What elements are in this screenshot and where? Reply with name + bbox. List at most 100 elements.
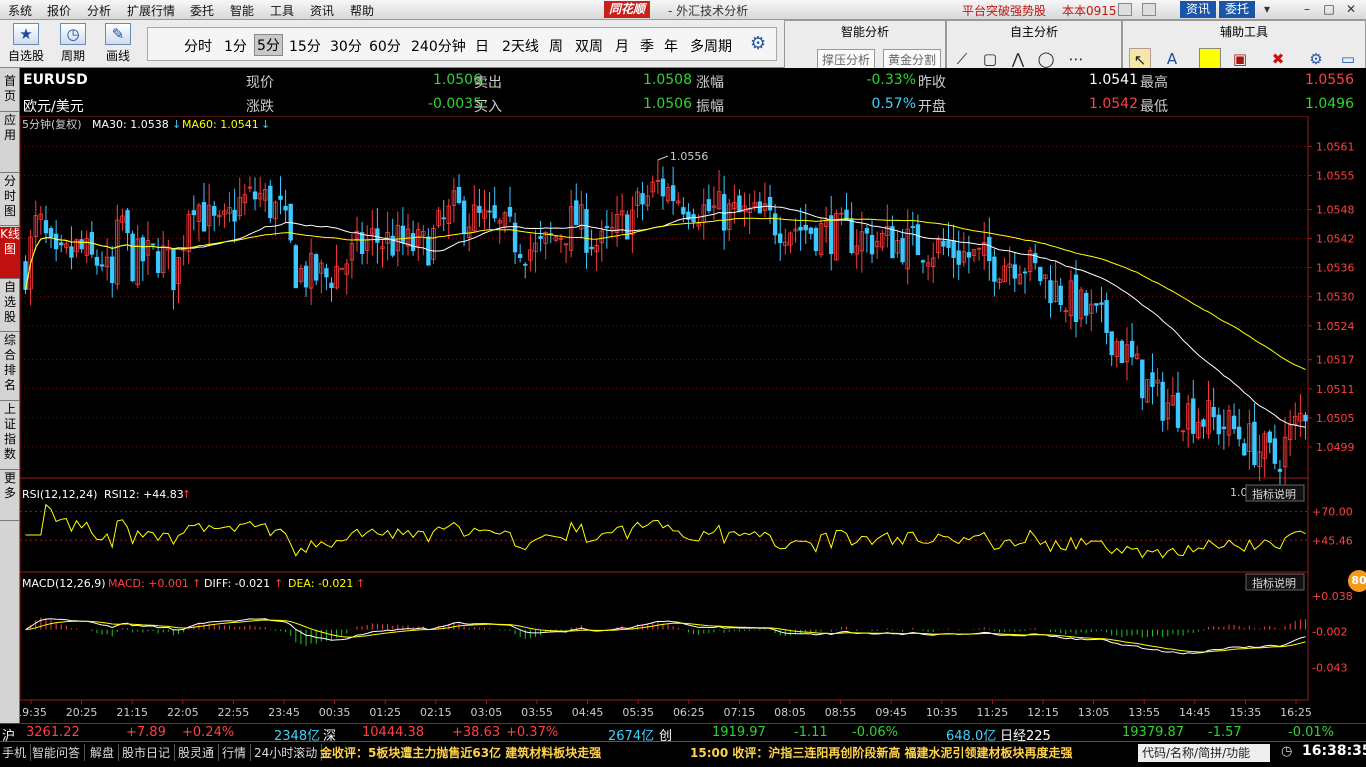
shirt-icon[interactable]: [1142, 3, 1156, 16]
kline-chart[interactable]: 1.05561.0496 1.05611.05551.05481.05421.0…: [20, 116, 1366, 740]
color-picker-icon[interactable]: [1199, 48, 1221, 70]
down-arrow-icon[interactable]: ▾: [1260, 2, 1274, 16]
period-15min[interactable]: 15分: [289, 36, 321, 56]
ma60-legend: MA60: 1.0541: [182, 118, 259, 131]
candle-body: [1104, 300, 1109, 334]
symbol-name: 欧元/美元: [23, 99, 84, 115]
tab-more[interactable]: 更多: [0, 471, 20, 521]
tab-intraday[interactable]: 分时图: [0, 174, 20, 226]
candle-body: [79, 239, 84, 250]
menu-tools[interactable]: 工具: [270, 2, 294, 19]
candle-body: [1012, 264, 1017, 279]
period-biweek[interactable]: 双周: [575, 36, 603, 56]
rolling-news-button[interactable]: 24小时滚动: [254, 744, 323, 761]
menu-smart[interactable]: 智能: [230, 2, 254, 19]
close-icon[interactable]: ✕: [1344, 2, 1358, 16]
rectangle-tool-icon[interactable]: ▢: [979, 48, 1001, 70]
period-intraday[interactable]: 分时: [184, 36, 212, 56]
period-quarter[interactable]: 季: [640, 36, 654, 56]
candle-body: [201, 202, 207, 232]
menu-system[interactable]: 系统: [8, 2, 32, 19]
text-tool-icon[interactable]: A: [1161, 48, 1183, 70]
change-value: -0.0035: [427, 96, 482, 112]
candle-body: [538, 235, 543, 239]
gear-icon[interactable]: ⚙: [750, 33, 766, 54]
macd-help-button[interactable]: 指标说明: [1245, 573, 1305, 591]
unlock-icon[interactable]: ▭: [1337, 48, 1359, 70]
aux-tools-title: 辅助工具: [1219, 25, 1268, 39]
price-tick-label: 1.0499: [1316, 441, 1355, 454]
candle-body: [426, 236, 431, 266]
smart-qa-button[interactable]: 智能问答: [32, 744, 86, 761]
tab-home[interactable]: 首页: [0, 74, 20, 112]
menu-help[interactable]: 帮助: [350, 2, 374, 19]
bell-icon[interactable]: [1118, 3, 1132, 16]
settings-icon[interactable]: ⚙: [1305, 48, 1327, 70]
period-60min[interactable]: 60分: [369, 36, 401, 56]
high-marker: [657, 155, 669, 161]
line-tool-icon[interactable]: ⟋: [951, 48, 973, 70]
tab-kline[interactable]: K线图: [0, 227, 20, 279]
period-year[interactable]: 年: [664, 36, 678, 56]
tab-apps[interactable]: 应用: [0, 113, 20, 173]
trade-button[interactable]: 委托: [1219, 1, 1256, 18]
market-button[interactable]: 行情: [222, 744, 252, 761]
period-1min[interactable]: 1分: [224, 36, 247, 56]
period-day[interactable]: 日: [475, 36, 489, 56]
menu-quote[interactable]: 报价: [47, 2, 71, 19]
menu-news[interactable]: 资讯: [310, 2, 334, 19]
tab-watchlist[interactable]: 自选股: [0, 280, 20, 332]
smart-analysis-panel: 智能分析 撑压分析 黄金分割: [784, 20, 946, 73]
mobile-button[interactable]: 手机: [2, 744, 32, 761]
news-button[interactable]: 资讯: [1180, 1, 1217, 18]
draw-button[interactable]: ✎ 画线: [98, 23, 138, 63]
menu-extended[interactable]: 扩展行情: [127, 2, 175, 19]
dea-legend: DEA: -0.021: [288, 577, 353, 590]
more-tools-icon[interactable]: ⋯: [1065, 48, 1087, 70]
time-tick-label: 04:45: [572, 706, 604, 719]
period-240min[interactable]: 240分钟: [411, 36, 466, 56]
jp-value[interactable]: 19379.87: [1122, 725, 1184, 740]
menu-trade[interactable]: 委托: [190, 2, 214, 19]
period-2day[interactable]: 2天线: [502, 36, 539, 56]
high-label: 最高: [1140, 75, 1168, 91]
market-comment-button[interactable]: 解盘: [90, 744, 120, 761]
ask-value: 1.0508: [643, 72, 692, 88]
cursor-icon[interactable]: ↖: [1129, 48, 1151, 70]
period-multi[interactable]: 多周期: [690, 36, 732, 56]
candle-body: [849, 218, 854, 254]
open-value: 1.0542: [1089, 96, 1138, 112]
candle-body: [966, 252, 972, 258]
golden-ratio-button[interactable]: 黄金分割: [883, 49, 942, 69]
candle-body: [1277, 468, 1283, 472]
notification-badge[interactable]: 80: [1348, 570, 1366, 592]
news-ticker-1[interactable]: 金收评：5板块遭主力抛售近63亿 建筑材料板块走强: [320, 744, 601, 761]
diary-button[interactable]: 股市日记: [122, 744, 176, 761]
menu-analysis[interactable]: 分析: [87, 2, 111, 19]
cy-value[interactable]: 1919.97: [712, 725, 766, 740]
period-button[interactable]: ◷ 周期: [53, 23, 93, 63]
period-month[interactable]: 月: [615, 36, 629, 56]
tab-ranking[interactable]: 综合排名: [0, 333, 20, 401]
candle-body: [1231, 415, 1237, 430]
rsi-help-button[interactable]: 指标说明: [1245, 484, 1305, 502]
search-input[interactable]: 代码/名称/简拼/功能: [1138, 744, 1270, 762]
delete-icon[interactable]: ✖: [1267, 48, 1289, 70]
tab-sh-index[interactable]: 上证指数: [0, 402, 20, 470]
favorites-button[interactable]: ★ 自选股: [6, 23, 46, 63]
news-ticker-2[interactable]: 15:00 收评：沪指三连阳再创阶段新高 福建水泥引领建材板块再度走强: [690, 744, 1073, 761]
wave-tool-icon[interactable]: ⋀: [1007, 48, 1029, 70]
stock-tips-button[interactable]: 股灵通: [178, 744, 220, 761]
period-week[interactable]: 周: [549, 36, 563, 56]
sz-value[interactable]: 10444.38: [362, 725, 424, 740]
minimize-icon[interactable]: –: [1300, 2, 1314, 16]
period-5min[interactable]: 5分: [254, 34, 283, 56]
period-30min[interactable]: 30分: [330, 36, 362, 56]
ellipse-tool-icon[interactable]: ◯: [1035, 48, 1057, 70]
support-resistance-button[interactable]: 撑压分析: [817, 49, 876, 69]
promo-link[interactable]: 平台突破强势股: [962, 2, 1046, 19]
sh-value[interactable]: 3261.22: [26, 725, 80, 740]
candle-body: [191, 210, 197, 216]
maximize-icon[interactable]: □: [1322, 2, 1336, 16]
save-drawing-icon[interactable]: ▣: [1229, 48, 1251, 70]
